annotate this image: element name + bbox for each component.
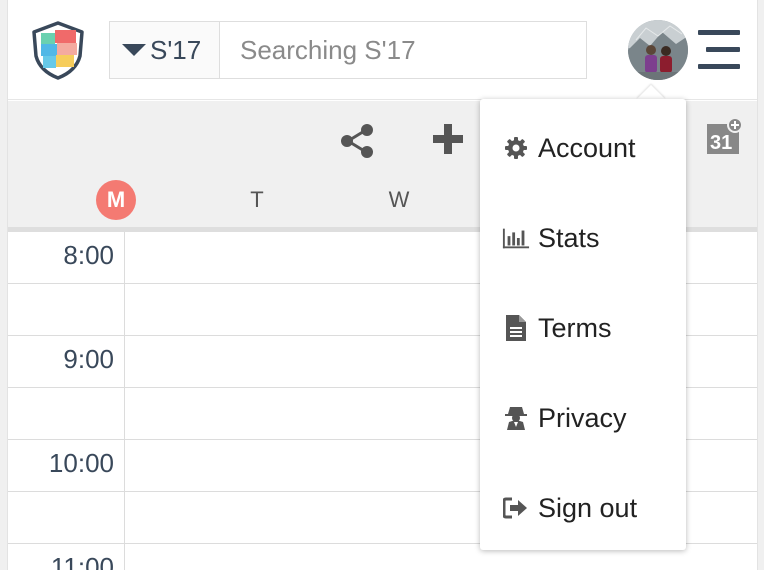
account-menu: Account Stats Terms Privacy Sign out — [480, 99, 686, 550]
time-cell — [8, 284, 125, 335]
menu-item-label: Terms — [538, 312, 612, 343]
caret-down-icon — [122, 44, 146, 56]
time-label: 10:00 — [48, 448, 114, 478]
svg-text:31: 31 — [710, 132, 732, 154]
gear-icon — [502, 134, 530, 162]
term-label: S'17 — [150, 34, 202, 65]
menu-item-stats[interactable]: Stats — [480, 193, 686, 283]
avatar[interactable] — [628, 20, 688, 80]
time-cell: 8:00 — [8, 232, 125, 283]
day-header-tuesday[interactable]: T — [237, 180, 277, 220]
menu-item-sign-out[interactable]: Sign out — [480, 463, 686, 553]
sign-out-icon — [502, 494, 530, 522]
term-dropdown[interactable]: S'17 — [109, 21, 220, 79]
spy-icon — [502, 404, 530, 432]
menu-item-account[interactable]: Account — [480, 103, 686, 193]
right-border — [757, 0, 764, 570]
menu-pointer-mask — [630, 100, 674, 114]
share-icon[interactable] — [338, 122, 376, 160]
time-label: 8:00 — [63, 240, 114, 270]
time-cell: 10:00 — [8, 440, 125, 491]
user-photo-icon — [628, 20, 688, 80]
top-header: S'17 — [8, 0, 757, 100]
google-calendar-icon[interactable]: 31 — [703, 118, 743, 158]
shield-logo-icon[interactable] — [30, 20, 86, 80]
menu-item-terms[interactable]: Terms — [480, 283, 686, 373]
menu-item-label: Stats — [538, 222, 600, 253]
time-cell: 9:00 — [8, 336, 125, 387]
hamburger-menu-icon[interactable] — [698, 30, 740, 70]
add-icon[interactable] — [431, 122, 465, 156]
time-cell — [8, 388, 125, 439]
time-cell: 11:00 — [8, 544, 125, 570]
menu-item-privacy[interactable]: Privacy — [480, 373, 686, 463]
time-cell — [8, 492, 125, 543]
left-border — [0, 0, 8, 570]
app-window: S'17 Searching S'17 31 M T W 8:00 9:00 1… — [0, 0, 764, 570]
time-label: 11:00 — [50, 552, 114, 570]
menu-item-label: Privacy — [538, 402, 627, 433]
menu-item-label: Sign out — [538, 492, 638, 523]
day-header-monday[interactable]: M — [96, 180, 136, 220]
bar-chart-icon — [502, 224, 530, 252]
document-icon — [502, 314, 530, 342]
search-input[interactable] — [219, 21, 587, 79]
menu-item-label: Account — [538, 132, 636, 163]
day-header-wednesday[interactable]: W — [379, 180, 419, 220]
time-label: 9:00 — [63, 344, 114, 374]
